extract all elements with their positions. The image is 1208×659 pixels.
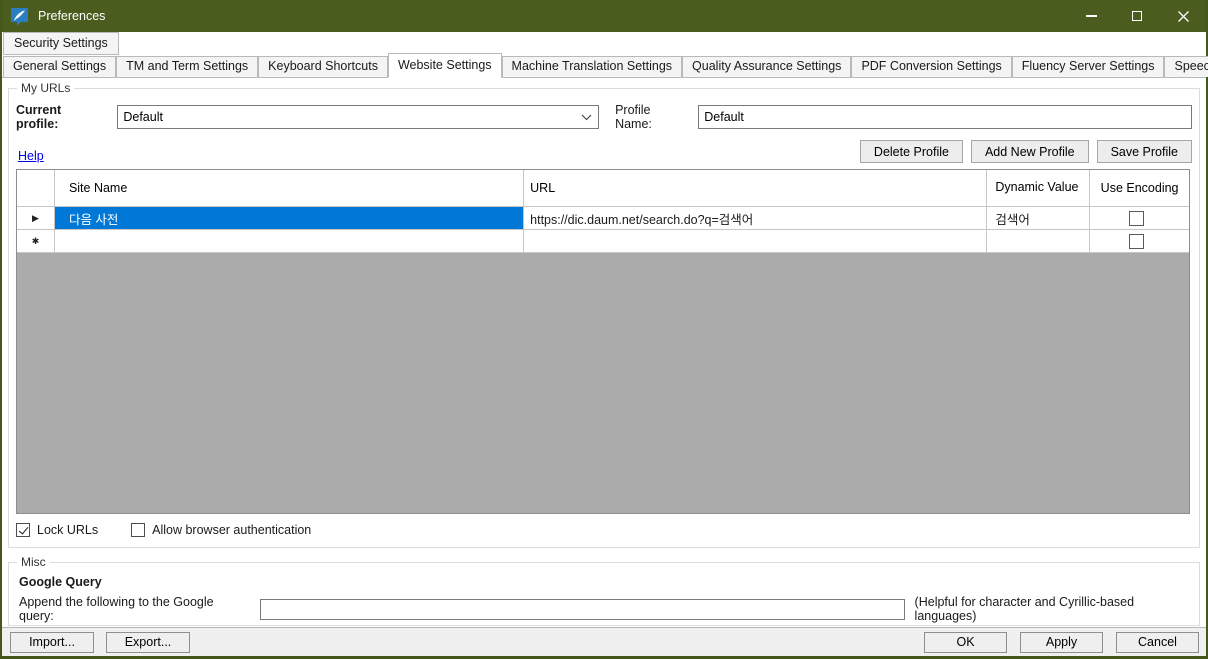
maximize-icon <box>1132 11 1142 21</box>
my-urls-group: My URLs Current profile: Profile Name: H… <box>8 88 1200 548</box>
cell-dynamic-value-empty[interactable] <box>987 230 1090 252</box>
profile-row: Current profile: Profile Name: <box>16 105 1192 129</box>
help-buttons-row: Help Delete Profile Add New Profile Save… <box>16 133 1192 163</box>
tab-general-settings[interactable]: General Settings <box>3 56 116 77</box>
grid-corner-cell[interactable] <box>17 170 55 206</box>
export-button[interactable]: Export... <box>106 632 190 653</box>
cell-use-encoding-empty[interactable] <box>1090 230 1189 252</box>
tab-security-settings[interactable]: Security Settings <box>3 32 119 55</box>
window-controls <box>1068 0 1206 32</box>
tab-pdf-conversion-settings[interactable]: PDF Conversion Settings <box>851 56 1011 77</box>
lock-urls-checkbox[interactable] <box>16 523 30 537</box>
cell-dynamic-value[interactable]: 검색어 <box>987 207 1090 229</box>
cancel-button[interactable]: Cancel <box>1116 632 1199 653</box>
profile-name-field[interactable] <box>698 105 1192 129</box>
website-settings-page: My URLs Current profile: Profile Name: H… <box>2 78 1206 627</box>
help-link[interactable]: Help <box>18 149 44 163</box>
window-title: Preferences <box>38 9 105 23</box>
tab-tm-and-term-settings[interactable]: TM and Term Settings <box>116 56 258 77</box>
tab-fluency-server-settings[interactable]: Fluency Server Settings <box>1012 56 1165 77</box>
profile-name-label: Profile Name: <box>615 103 690 131</box>
column-header-dynamic-value[interactable]: Dynamic Value <box>987 170 1090 206</box>
allow-browser-auth-option[interactable]: Allow browser authentication <box>131 523 311 537</box>
allow-browser-auth-label: Allow browser authentication <box>152 523 311 537</box>
cell-url[interactable]: https://dic.daum.net/search.do?q=검색어 <box>524 207 987 229</box>
minimize-icon <box>1086 15 1097 17</box>
titlebar: Preferences <box>2 0 1206 32</box>
add-new-profile-button[interactable]: Add New Profile <box>971 140 1089 163</box>
use-encoding-checkbox-new[interactable] <box>1129 234 1144 249</box>
tab-speech-to-command-settings[interactable]: Speech to Command Settings <box>1164 56 1208 77</box>
save-profile-button[interactable]: Save Profile <box>1097 140 1192 163</box>
lock-urls-label: Lock URLs <box>37 523 98 537</box>
column-header-site-name[interactable]: Site Name <box>55 170 524 206</box>
apply-button[interactable]: Apply <box>1020 632 1103 653</box>
grid-empty-area <box>17 253 1189 513</box>
allow-browser-auth-checkbox[interactable] <box>131 523 145 537</box>
grid-header-row: Site Name URL Dynamic Value Use Encoding <box>17 170 1189 207</box>
cell-url-empty[interactable] <box>524 230 987 252</box>
tab-keyboard-shortcuts[interactable]: Keyboard Shortcuts <box>258 56 388 77</box>
close-button[interactable] <box>1160 0 1206 32</box>
table-row: ▶ 다음 사전 https://dic.daum.net/search.do?q… <box>17 207 1189 230</box>
row-header-selected[interactable]: ▶ <box>17 207 55 229</box>
minimize-button[interactable] <box>1068 0 1114 32</box>
column-header-url[interactable]: URL <box>524 170 987 206</box>
lock-urls-option[interactable]: Lock URLs <box>16 523 98 537</box>
tab-strip-row2: General Settings TM and Term Settings Ke… <box>2 55 1206 78</box>
append-google-query-label: Append the following to the Google query… <box>19 595 251 623</box>
tab-quality-assurance-settings[interactable]: Quality Assurance Settings <box>682 56 851 77</box>
app-icon <box>10 7 29 26</box>
google-query-hint: (Helpful for character and Cyrillic-base… <box>915 595 1199 623</box>
current-profile-label: Current profile: <box>16 103 106 131</box>
profile-buttons: Delete Profile Add New Profile Save Prof… <box>860 140 1192 163</box>
cell-site-name-empty[interactable] <box>55 230 524 252</box>
tab-website-settings[interactable]: Website Settings <box>388 53 502 78</box>
current-profile-combobox[interactable] <box>117 105 599 129</box>
chevron-down-icon[interactable] <box>581 114 592 121</box>
new-row-asterisk-icon: ✱ <box>32 236 40 247</box>
google-query-field[interactable] <box>260 599 904 620</box>
google-query-row: Append the following to the Google query… <box>19 595 1199 623</box>
column-header-use-encoding[interactable]: Use Encoding <box>1090 170 1189 206</box>
url-options-row: Lock URLs Allow browser authentication <box>16 523 1192 537</box>
close-icon <box>1178 11 1189 22</box>
table-row-new: ✱ <box>17 230 1189 253</box>
footer-action-buttons: OK Apply Cancel <box>924 632 1199 653</box>
google-query-heading: Google Query <box>19 575 1199 589</box>
cell-site-name[interactable]: 다음 사전 <box>55 207 524 229</box>
delete-profile-button[interactable]: Delete Profile <box>860 140 963 163</box>
tab-machine-translation-settings[interactable]: Machine Translation Settings <box>502 56 683 77</box>
footer-bar: Import... Export... OK Apply Cancel <box>2 627 1206 656</box>
selected-row-arrow-icon: ▶ <box>32 213 39 224</box>
preferences-window: Preferences Security Settings General Se… <box>0 0 1208 659</box>
my-urls-group-label: My URLs <box>17 81 74 95</box>
cell-use-encoding[interactable] <box>1090 207 1189 229</box>
urls-grid: Site Name URL Dynamic Value Use Encoding… <box>16 169 1190 514</box>
import-button[interactable]: Import... <box>10 632 94 653</box>
tab-strip-row1: Security Settings <box>2 32 1206 55</box>
ok-button[interactable]: OK <box>924 632 1007 653</box>
row-header-new[interactable]: ✱ <box>17 230 55 252</box>
misc-group: Misc Google Query Append the following t… <box>8 562 1200 626</box>
maximize-button[interactable] <box>1114 0 1160 32</box>
use-encoding-checkbox[interactable] <box>1129 211 1144 226</box>
current-profile-input[interactable] <box>117 105 599 129</box>
misc-group-label: Misc <box>17 555 50 569</box>
